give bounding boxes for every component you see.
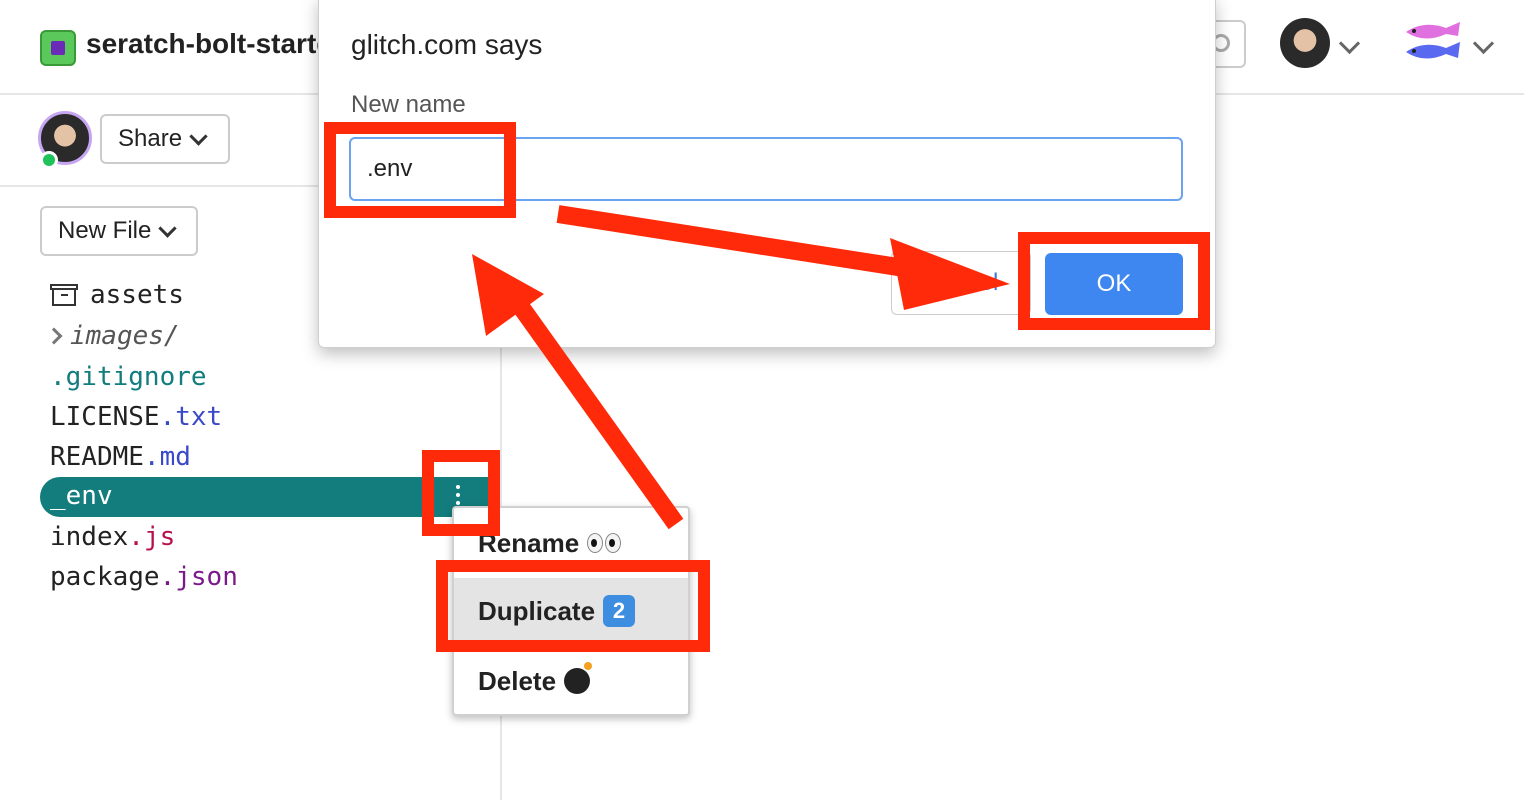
arrow-to-input bbox=[472, 254, 684, 530]
annotation-arrows bbox=[472, 205, 1010, 530]
arrow-to-ok bbox=[556, 205, 1010, 310]
